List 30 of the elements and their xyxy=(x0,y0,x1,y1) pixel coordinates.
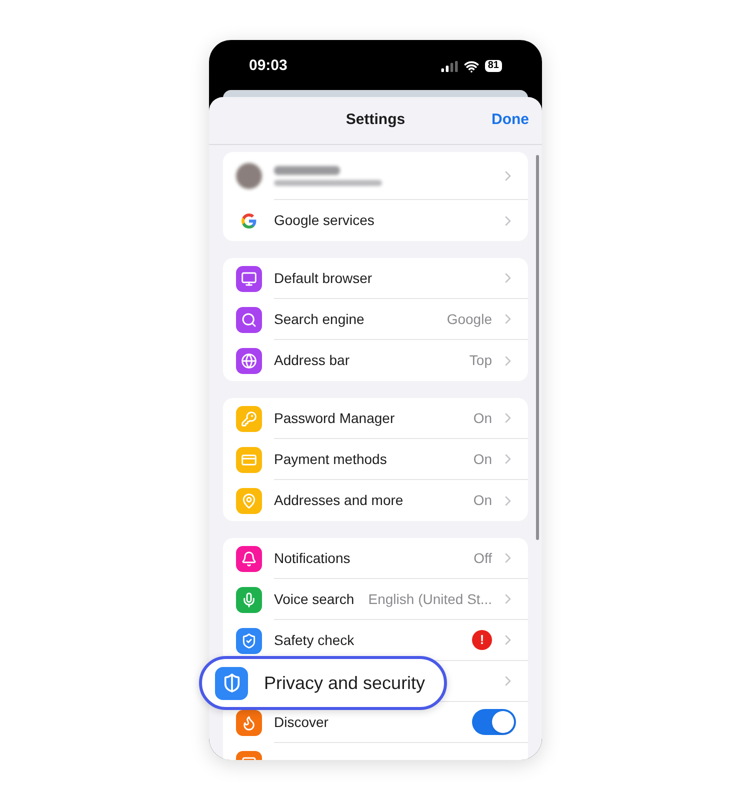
row-label: Default browser xyxy=(274,268,372,288)
signal-icon xyxy=(440,60,458,72)
toggle-switch[interactable] xyxy=(472,709,516,735)
status-time: 09:03 xyxy=(249,56,288,76)
row-value: On xyxy=(473,450,492,468)
row-value: English (United St... xyxy=(368,590,492,609)
row-label: Safety check xyxy=(274,630,354,650)
done-button[interactable]: Done xyxy=(492,109,529,132)
google-logo-icon xyxy=(240,212,258,230)
row-label: Address bar xyxy=(274,351,350,370)
battery-level: 81 xyxy=(484,60,502,72)
row-label: Payment methods xyxy=(274,450,387,469)
row-label: Google services xyxy=(274,211,374,230)
privacy-tooltip[interactable]: Privacy and security xyxy=(199,656,447,710)
row-label: Password Manager xyxy=(274,408,395,428)
alert-badge: ! xyxy=(472,630,492,650)
sheet-title: Settings xyxy=(346,110,406,130)
row-value: Off xyxy=(474,548,492,568)
row-label: Discover xyxy=(274,712,328,732)
row-value: On xyxy=(473,408,492,428)
row-label: Voice search xyxy=(274,590,354,608)
callout-label: Privacy and security xyxy=(264,672,426,695)
avatar xyxy=(236,163,262,189)
row-value: Google xyxy=(446,310,492,329)
row-label: Addresses and more xyxy=(274,491,404,510)
row-label: Notifications xyxy=(274,548,350,568)
row-value: On xyxy=(473,491,492,510)
row-label: Search engine xyxy=(274,310,364,329)
row-value: Top xyxy=(469,351,492,370)
wifi-icon xyxy=(464,58,479,74)
